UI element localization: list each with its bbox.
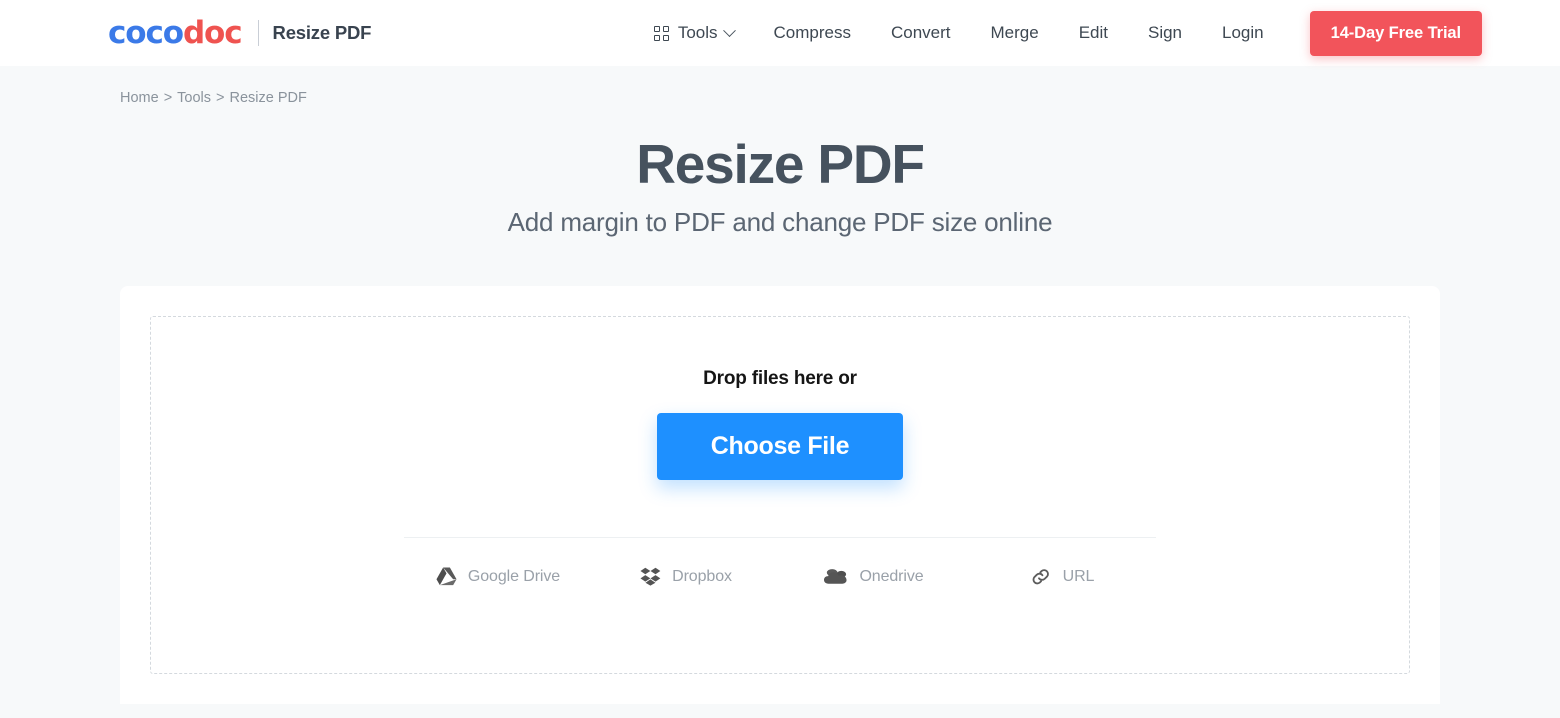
nav-item-login[interactable]: Login [1202, 0, 1284, 66]
source-onedrive-label: Onedrive [859, 567, 924, 585]
nav-item-edit[interactable]: Edit [1059, 0, 1128, 66]
nav-item-merge-label: Merge [990, 23, 1039, 42]
source-dropbox[interactable]: Dropbox [592, 566, 780, 588]
nav-item-convert[interactable]: Convert [871, 0, 971, 66]
logo-text-coco: coco [108, 14, 184, 51]
chevron-down-icon [722, 23, 736, 37]
nav-item-sign[interactable]: Sign [1128, 0, 1202, 66]
nav-item-tools-label: Tools [677, 23, 718, 42]
source-dropbox-label: Dropbox [672, 567, 732, 585]
cocodoc-logo[interactable]: cocodoc [108, 14, 243, 51]
onedrive-icon [824, 569, 847, 584]
nav-item-login-label: Login [1222, 23, 1264, 42]
source-onedrive[interactable]: Onedrive [780, 566, 968, 588]
brand-page-title: Resize PDF [272, 22, 372, 43]
google-drive-icon [436, 567, 457, 586]
choose-file-button[interactable]: Choose File [656, 412, 904, 480]
source-url-label: URL [1062, 567, 1095, 585]
logo-text-doc: doc [182, 14, 243, 51]
link-icon [1032, 568, 1049, 584]
source-url[interactable]: URL [968, 566, 1156, 588]
nav-item-edit-label: Edit [1078, 23, 1108, 42]
brand[interactable]: cocodoc Resize PDF [108, 14, 372, 51]
source-google-drive-label: Google Drive [467, 567, 561, 585]
dropbox-icon [640, 567, 661, 586]
page-title: Resize PDF [636, 133, 925, 195]
hero-section: Resize PDF Add margin to PDF and change … [0, 106, 1560, 238]
breadcrumb: Home > Tools > Resize PDF [0, 66, 1560, 106]
nav-item-sign-label: Sign [1147, 23, 1183, 42]
grid-icon [653, 25, 669, 41]
cloud-sources-row: Google Drive Dropbox Onedrive URL [151, 566, 1409, 588]
breadcrumb-separator: > [163, 90, 173, 106]
page-subtitle: Add margin to PDF and change PDF size on… [507, 206, 1053, 237]
dropzone-divider [404, 536, 1156, 538]
nav-item-tools[interactable]: Tools [634, 0, 754, 66]
free-trial-button[interactable]: 14-Day Free Trial [1309, 10, 1482, 56]
brand-divider [257, 20, 259, 46]
nav-item-convert-label: Convert [890, 23, 951, 42]
breadcrumb-item-tools[interactable]: Tools [177, 90, 211, 106]
file-dropzone[interactable]: Drop files here or Choose File Google Dr… [150, 315, 1410, 674]
site-header: cocodoc Resize PDF Tools Compress Conver… [0, 0, 1560, 66]
main-nav: Tools Compress Convert Merge Edit Sign L… [634, 0, 1482, 66]
breadcrumb-separator: > [216, 90, 225, 106]
breadcrumb-item-current: Resize PDF [229, 90, 307, 106]
upload-card: Drop files here or Choose File Google Dr… [120, 285, 1440, 704]
source-google-drive[interactable]: Google Drive [404, 566, 592, 588]
nav-item-compress-label: Compress [773, 23, 851, 42]
nav-item-compress[interactable]: Compress [754, 0, 871, 66]
nav-item-merge[interactable]: Merge [971, 0, 1059, 66]
breadcrumb-item-home[interactable]: Home [120, 90, 159, 106]
drop-files-label: Drop files here or [703, 367, 857, 389]
